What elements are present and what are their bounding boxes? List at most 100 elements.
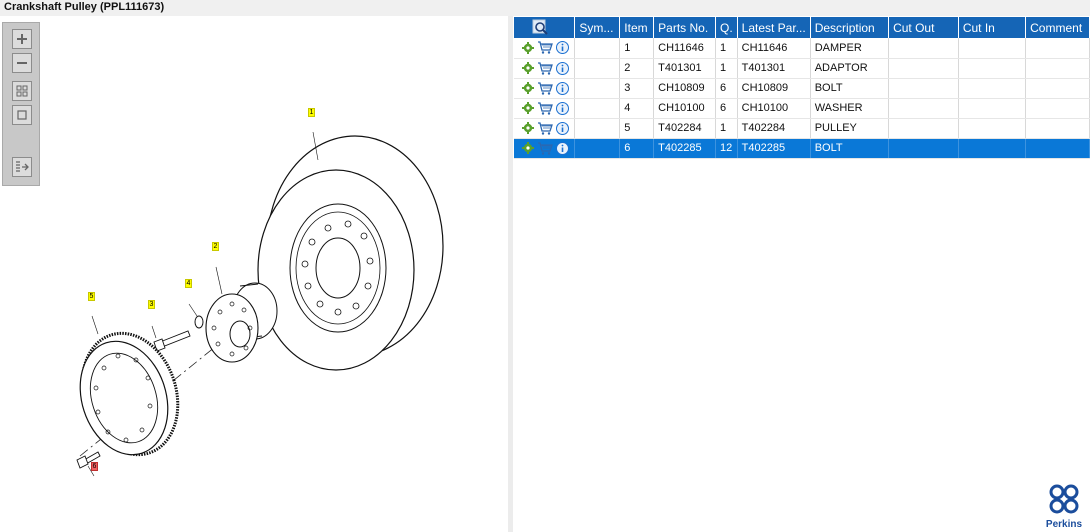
table-row[interactable]: 5 T402284 1 T402284 PULLEY bbox=[514, 118, 1090, 139]
column-header-description[interactable]: Description bbox=[810, 17, 890, 38]
cart-icon[interactable] bbox=[537, 101, 553, 115]
cell-part-no: CH11646 bbox=[653, 38, 716, 59]
washer-part bbox=[194, 315, 204, 329]
table-header-row: Sym... Item Parts No. Q. Latest Par... D… bbox=[514, 17, 1090, 38]
cart-icon[interactable] bbox=[537, 81, 553, 95]
cell-qty: 1 bbox=[715, 58, 738, 79]
info-icon[interactable] bbox=[556, 61, 569, 75]
exploded-diagram bbox=[76, 131, 444, 477]
gear-icon[interactable] bbox=[522, 41, 534, 54]
callout-6[interactable]: 6 bbox=[91, 462, 98, 471]
column-header-item[interactable]: Item bbox=[619, 17, 655, 38]
cell-description: BOLT bbox=[810, 78, 890, 99]
cell-cut-out bbox=[888, 38, 959, 59]
cell-description: ADAPTOR bbox=[810, 58, 890, 79]
cell-item: 5 bbox=[619, 118, 655, 139]
info-icon[interactable] bbox=[556, 81, 569, 95]
zoom-out-button[interactable] bbox=[12, 53, 32, 73]
cell-symbol bbox=[574, 38, 621, 59]
parts-table: Sym... Item Parts No. Q. Latest Par... D… bbox=[514, 17, 1090, 159]
cell-latest-part: CH10100 bbox=[737, 98, 811, 119]
cell-symbol bbox=[574, 58, 621, 79]
gear-icon[interactable] bbox=[522, 82, 534, 94]
illustration-pane[interactable]: 1 2 3 4 5 6 bbox=[0, 16, 508, 532]
cart-icon[interactable] bbox=[537, 141, 553, 155]
cell-part-no: CH10809 bbox=[653, 78, 716, 99]
cell-comment bbox=[1025, 38, 1090, 59]
column-header-cut-in[interactable]: Cut In bbox=[958, 17, 1027, 38]
cell-description: DAMPER bbox=[810, 38, 890, 59]
column-header-actions[interactable] bbox=[514, 17, 576, 38]
cell-qty: 6 bbox=[715, 98, 738, 119]
zoom-in-icon bbox=[17, 34, 27, 44]
callout-5[interactable]: 5 bbox=[88, 292, 95, 301]
logo-text: Perkins bbox=[1045, 519, 1083, 530]
info-icon[interactable] bbox=[556, 41, 569, 55]
cart-icon[interactable] bbox=[537, 121, 553, 135]
gear-icon[interactable] bbox=[522, 142, 534, 154]
fit-button[interactable] bbox=[12, 81, 32, 101]
column-header-qty[interactable]: Q. bbox=[715, 17, 738, 38]
cell-comment bbox=[1025, 98, 1090, 119]
cell-part-no: T401301 bbox=[653, 58, 716, 79]
cell-latest-part: CH11646 bbox=[737, 38, 811, 59]
table-row[interactable]: 4 CH10100 6 CH10100 WASHER bbox=[514, 98, 1090, 119]
callout-4[interactable]: 4 bbox=[185, 279, 192, 288]
column-header-comment[interactable]: Comment bbox=[1025, 17, 1090, 38]
callout-1[interactable]: 1 bbox=[308, 108, 315, 117]
cell-item: 1 bbox=[619, 38, 655, 59]
fit-icon bbox=[16, 85, 28, 97]
actual-size-button[interactable] bbox=[12, 105, 32, 125]
cell-part-no: T402285 bbox=[653, 138, 716, 159]
cell-symbol bbox=[574, 78, 621, 99]
cell-symbol bbox=[574, 98, 621, 119]
cell-cut-in bbox=[958, 58, 1027, 79]
column-header-symbol[interactable]: Sym... bbox=[574, 17, 621, 38]
cell-actions bbox=[514, 118, 576, 139]
damper-part bbox=[257, 135, 444, 371]
cell-description: WASHER bbox=[810, 98, 890, 119]
callout-3[interactable]: 3 bbox=[148, 300, 155, 309]
cell-cut-in bbox=[958, 38, 1027, 59]
info-icon[interactable] bbox=[556, 101, 569, 115]
gear-icon[interactable] bbox=[522, 102, 534, 114]
cell-cut-in bbox=[958, 78, 1027, 99]
cell-comment bbox=[1025, 118, 1090, 139]
perkins-logo-mark bbox=[1049, 484, 1079, 514]
page-title: Crankshaft Pulley (PPL111673) bbox=[4, 1, 165, 13]
export-button[interactable] bbox=[12, 157, 32, 177]
zoom-in-button[interactable] bbox=[12, 29, 32, 49]
cell-comment bbox=[1025, 138, 1090, 159]
info-icon[interactable] bbox=[556, 141, 569, 155]
table-row[interactable]: 6 T402285 12 T402285 BOLT bbox=[514, 138, 1090, 159]
cell-comment bbox=[1025, 58, 1090, 79]
cell-cut-out bbox=[888, 98, 959, 119]
column-header-parts-no[interactable]: Parts No. bbox=[653, 17, 716, 38]
cell-cut-out bbox=[888, 58, 959, 79]
cell-item: 3 bbox=[619, 78, 655, 99]
gear-icon[interactable] bbox=[522, 122, 534, 134]
cell-actions bbox=[514, 38, 576, 59]
cell-comment bbox=[1025, 78, 1090, 99]
cell-cut-in bbox=[958, 138, 1027, 159]
column-header-cut-out[interactable]: Cut Out bbox=[888, 17, 959, 38]
cart-icon[interactable] bbox=[537, 41, 553, 54]
window-titlebar: Crankshaft Pulley (PPL111673) bbox=[0, 0, 1090, 16]
cell-cut-out bbox=[888, 138, 959, 159]
table-row[interactable]: 1 CH11646 1 CH11646 DAMPER bbox=[514, 38, 1090, 59]
table-row[interactable]: 2 T401301 1 T401301 ADAPTOR bbox=[514, 58, 1090, 79]
cell-latest-part: T401301 bbox=[737, 58, 811, 79]
zoom-out-icon bbox=[17, 62, 27, 64]
cell-actions bbox=[514, 78, 576, 99]
info-icon[interactable] bbox=[556, 121, 569, 135]
actual-size-icon bbox=[17, 110, 27, 120]
callout-2[interactable]: 2 bbox=[212, 242, 219, 251]
cell-cut-in bbox=[958, 98, 1027, 119]
gear-icon[interactable] bbox=[522, 62, 534, 74]
cart-icon[interactable] bbox=[537, 61, 553, 75]
column-header-latest-part[interactable]: Latest Par... bbox=[737, 17, 811, 38]
cell-symbol bbox=[574, 118, 621, 139]
table-row[interactable]: 3 CH10809 6 CH10809 BOLT bbox=[514, 78, 1090, 99]
cell-qty: 6 bbox=[715, 78, 738, 99]
cell-qty: 1 bbox=[715, 118, 738, 139]
